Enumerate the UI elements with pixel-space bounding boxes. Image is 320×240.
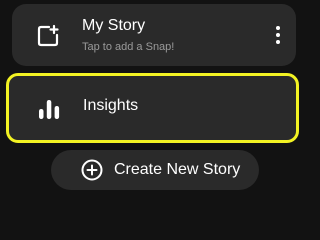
more-options-button[interactable] bbox=[268, 22, 288, 48]
my-story-title: My Story bbox=[82, 17, 146, 34]
create-new-story-button[interactable]: Create New Story bbox=[51, 150, 259, 190]
more-vertical-icon bbox=[276, 26, 280, 30]
insights-item[interactable]: Insights bbox=[6, 73, 299, 143]
insights-label: Insights bbox=[83, 97, 139, 114]
my-story-card[interactable]: My Story Tap to add a Snap! bbox=[12, 4, 296, 66]
plus-circle-icon bbox=[81, 159, 103, 181]
add-snap-icon bbox=[36, 24, 60, 48]
bar-chart-icon bbox=[37, 98, 61, 120]
create-new-story-label: Create New Story bbox=[114, 161, 241, 178]
stories-panel: My Story Tap to add a Snap! Insights Cre… bbox=[0, 0, 310, 200]
my-story-subtitle: Tap to add a Snap! bbox=[82, 41, 175, 53]
